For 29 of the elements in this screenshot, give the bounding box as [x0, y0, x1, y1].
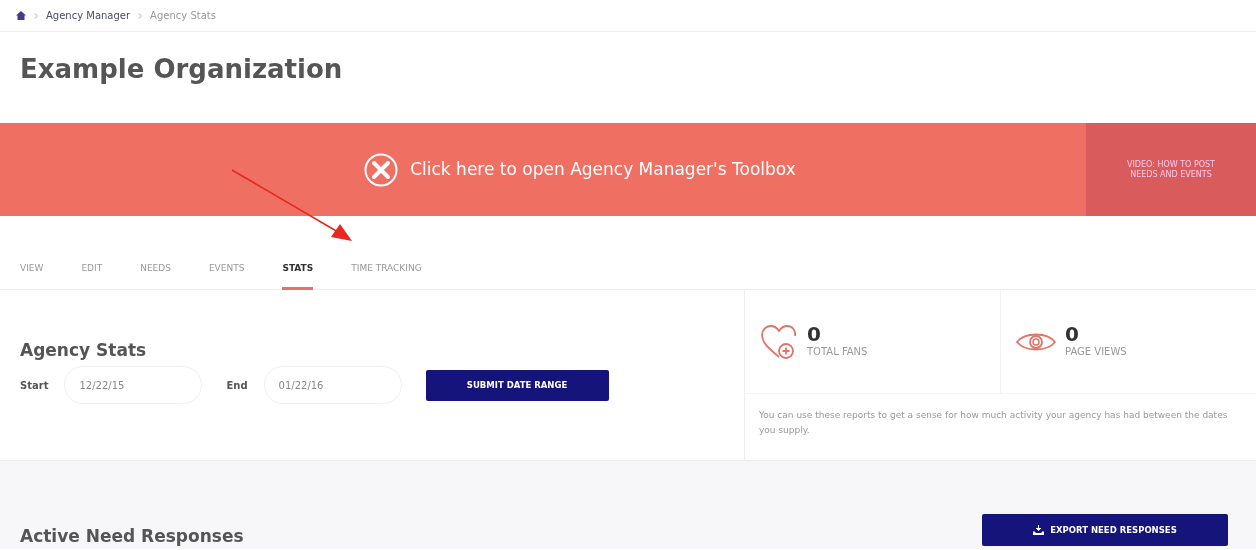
- tab[interactable]: EVENTS: [208, 254, 245, 290]
- metric-value: 0: [807, 324, 822, 344]
- tab[interactable]: NEEDS: [140, 254, 171, 290]
- breadcrumb-current: Agency Stats: [150, 9, 216, 23]
- submit-button[interactable]: SUBMIT DATE RANGE: [425, 369, 609, 401]
- tab[interactable]: TIME TRACKING: [351, 254, 422, 290]
- section-heading: Active Need Responses: [20, 525, 244, 546]
- chevron-icon: [34, 12, 38, 19]
- page-title: Example Organization: [19, 53, 344, 86]
- heart-plus-icon: [759, 322, 799, 361]
- tab[interactable]: EDIT: [81, 254, 103, 290]
- date-field[interactable]: 01/22/16: [263, 366, 402, 405]
- breadcrumb-link[interactable]: Agency Manager: [46, 8, 131, 23]
- metric-value: 0: [1065, 324, 1080, 344]
- field-label: End: [226, 378, 248, 393]
- tab[interactable]: STATS: [282, 254, 314, 290]
- export-button[interactable]: EXPORT NEED RESPONSES: [982, 514, 1228, 546]
- description-text: You can use these reports to get a sense for how much activity your agency has had between the dates you supply.: [758, 409, 1229, 438]
- metric-label: TOTAL FANS: [807, 345, 868, 359]
- video-link[interactable]: VIDEO: HOW TO POST NEEDS AND EVENTS: [1086, 123, 1256, 216]
- section-heading: Agency Stats: [20, 340, 148, 361]
- download-icon: [1033, 525, 1045, 535]
- toolbox-banner-link[interactable]: Click here to open Agency Manager's Toolbox: [0, 123, 1086, 216]
- date-field[interactable]: 12/22/15: [64, 366, 203, 405]
- chevron-icon: [138, 12, 143, 19]
- tab[interactable]: VIEW: [20, 254, 44, 290]
- metric-label: PAGE VIEWS: [1065, 345, 1127, 359]
- home-icon[interactable]: [16, 11, 26, 20]
- field-label: Start: [20, 378, 49, 393]
